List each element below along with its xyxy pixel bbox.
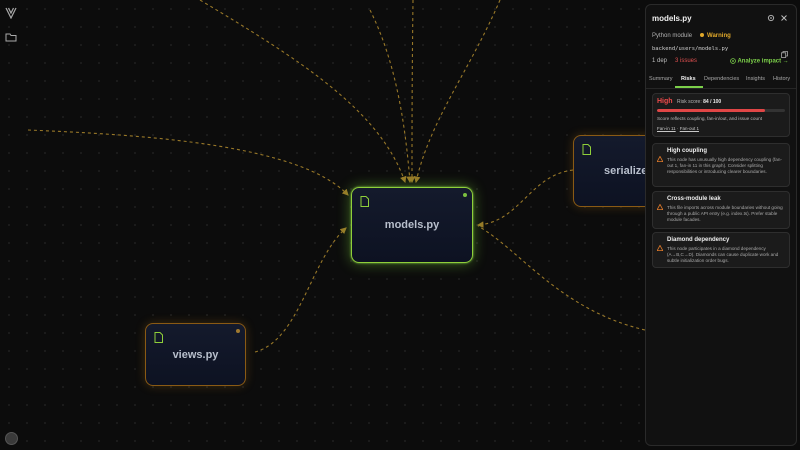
issue-description: This file imports across module boundari… (667, 205, 783, 222)
risk-score-card: High Risk score: 84 / 100 Score reflects… (652, 93, 790, 137)
edge (27, 129, 349, 196)
left-rail (0, 0, 22, 450)
close-icon[interactable] (780, 14, 788, 22)
risk-score: Risk score: 84 / 100 (677, 99, 721, 105)
issue-card[interactable]: Cross-module leak This file imports acro… (652, 191, 790, 229)
edge (477, 225, 646, 331)
warning-icon (656, 197, 664, 210)
edge (413, 0, 501, 184)
panel-subtitle: Python module (652, 33, 693, 39)
issue-card[interactable]: Diamond dependency This node participate… (652, 232, 790, 268)
active-tab-indicator (675, 86, 703, 88)
fan-out-link[interactable]: Fan-out 1 (680, 126, 699, 131)
logo-icon[interactable] (5, 6, 17, 20)
issue-description: This node has unusually high dependency … (667, 157, 782, 174)
panel-title: models.py (652, 14, 692, 23)
node-label: views.py (172, 348, 219, 361)
edge (476, 169, 574, 228)
copy-icon[interactable] (781, 45, 788, 58)
folder-icon[interactable] (5, 30, 17, 42)
status-dot (463, 193, 467, 197)
file-icon (582, 142, 591, 155)
issue-title: Cross-module leak (667, 196, 721, 202)
issue-title: High coupling (667, 148, 707, 154)
analyze-impact-button[interactable]: Analyze impact → (730, 58, 789, 65)
graph-node-views[interactable]: views.py (145, 323, 246, 386)
tab-history[interactable]: History (773, 76, 790, 82)
file-icon (154, 330, 163, 343)
warning-icon (656, 149, 664, 162)
file-path: backend/users/models.py (652, 46, 729, 52)
risk-note: Score reflects coupling, fan-in/out, and… (657, 116, 763, 121)
risk-links: Fan-in 11 · Fan-out 1 (657, 126, 699, 131)
risk-bar-fill (657, 109, 765, 112)
graph-node-models[interactable]: models.py (351, 187, 473, 263)
avatar[interactable] (5, 432, 18, 445)
risk-bar (657, 109, 785, 112)
edge (408, 0, 416, 184)
deps-count[interactable]: 1 dep (652, 58, 667, 64)
file-icon (360, 194, 369, 207)
edge (369, 9, 413, 184)
status-badge: Warning (700, 33, 731, 39)
tab-risks[interactable]: Risks (681, 76, 696, 82)
issue-title: Diamond dependency (667, 237, 730, 243)
link-separator: · (676, 126, 679, 131)
risk-score-value: 84 / 100 (703, 99, 722, 105)
analyze-impact-label: Analyze impact → (737, 58, 789, 65)
fan-in-link[interactable]: Fan-in 11 (657, 126, 676, 131)
edge (254, 227, 347, 353)
tab-insights[interactable]: Insights (746, 76, 765, 82)
tab-summary[interactable]: Summary (649, 76, 673, 82)
status-text: Warning (707, 33, 731, 39)
issues-count[interactable]: 3 issues (675, 58, 697, 64)
risk-score-label: Risk score: (677, 99, 702, 105)
edge (199, 0, 407, 184)
status-dot (236, 329, 240, 333)
node-label: models.py (384, 219, 440, 231)
panel-tabs: Summary Risks Dependencies Insights Hist… (646, 71, 796, 89)
issue-card[interactable]: High coupling This node has unusually hi… (652, 143, 790, 187)
tab-dependencies[interactable]: Dependencies (704, 76, 739, 82)
settings-icon[interactable] (767, 14, 775, 22)
risk-level: High (657, 98, 673, 105)
issue-description: This node participates in a diamond depe… (667, 246, 779, 263)
details-panel: models.py Python module Warning backend/… (645, 4, 797, 446)
warning-icon (656, 238, 664, 251)
